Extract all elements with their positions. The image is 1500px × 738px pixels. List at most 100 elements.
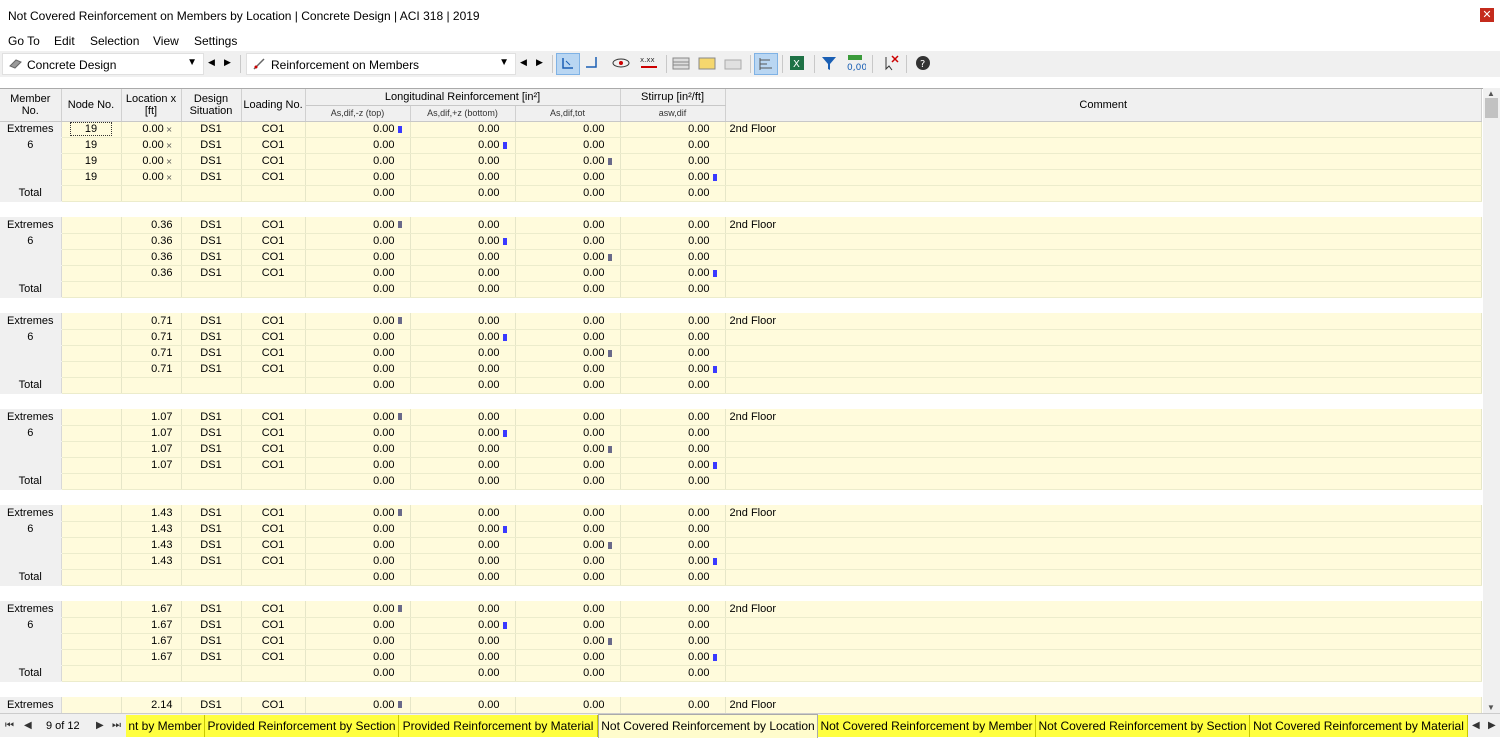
as-top-cell[interactable]: 0.00 xyxy=(305,425,411,442)
node-cell[interactable] xyxy=(61,697,122,713)
as-top-cell[interactable]: 0.00 xyxy=(305,137,411,154)
next-module-icon[interactable]: ▶ xyxy=(224,57,231,68)
as-top-cell[interactable]: 0.00 xyxy=(305,505,411,522)
decimals-button[interactable]: 0,00 xyxy=(844,53,868,75)
location-cell[interactable]: 1.07 xyxy=(121,425,182,442)
node-cell[interactable]: 19 xyxy=(61,121,122,138)
design-situation-cell[interactable]: DS1 xyxy=(181,217,242,234)
empty-cell[interactable] xyxy=(61,281,122,298)
node-cell[interactable] xyxy=(61,505,122,522)
col-stirrup[interactable]: Stirrup [in²/ft] xyxy=(620,89,726,106)
as-bottom-cell[interactable]: 0.00 xyxy=(410,441,516,458)
next-table-icon[interactable]: ▶ xyxy=(536,57,543,68)
as-tot-cell[interactable]: 0.00 xyxy=(515,537,621,554)
design-situation-cell[interactable]: DS1 xyxy=(181,329,242,346)
total-row[interactable]: Total 0.00 0.00 0.00 0.00 xyxy=(0,473,1483,490)
as-bottom-cell[interactable]: 0.00 xyxy=(410,265,516,282)
loading-cell[interactable]: CO1 xyxy=(241,601,306,618)
total-asw[interactable]: 0.00 xyxy=(620,665,726,682)
as-tot-cell[interactable]: 0.00 xyxy=(515,697,621,713)
col-longitudinal[interactable]: Longitudinal Reinforcement [in²] xyxy=(305,89,621,106)
empty-cell[interactable] xyxy=(181,185,242,202)
as-bottom-cell[interactable]: 0.00 xyxy=(410,233,516,250)
design-situation-cell[interactable]: DS1 xyxy=(181,409,242,426)
member-cell[interactable]: 6 xyxy=(0,329,62,346)
as-tot-cell[interactable]: 0.00 xyxy=(515,265,621,282)
total-asw[interactable]: 0.00 xyxy=(620,185,726,202)
comment-cell[interactable] xyxy=(725,153,1483,170)
empty-cell[interactable] xyxy=(725,473,1483,490)
as-top-cell[interactable]: 0.00 xyxy=(305,249,411,266)
as-top-cell[interactable]: 0.00 xyxy=(305,153,411,170)
as-tot-cell[interactable]: 0.00 xyxy=(515,649,621,666)
as-top-cell[interactable]: 0.00 xyxy=(305,633,411,650)
menu-view[interactable]: View xyxy=(153,34,179,48)
table-row[interactable]: 1.43 DS1 CO1 0.00 0.00 0.00 0.00 xyxy=(0,537,1483,554)
as-bottom-cell[interactable]: 0.00 xyxy=(410,121,516,138)
comment-cell[interactable] xyxy=(725,361,1483,378)
asw-cell[interactable]: 0.00 xyxy=(620,217,726,234)
design-situation-cell[interactable]: DS1 xyxy=(181,249,242,266)
table-row[interactable]: Extremes 0.36 DS1 CO1 0.00 0.00 0.00 0.00 2nd Fl… xyxy=(0,217,1483,234)
asw-cell[interactable]: 0.00 xyxy=(620,153,726,170)
location-cell[interactable]: 0.36 xyxy=(121,249,182,266)
location-cell[interactable]: 1.43 xyxy=(121,505,182,522)
design-situation-cell[interactable]: DS1 xyxy=(181,345,242,362)
design-situation-cell[interactable]: DS1 xyxy=(181,649,242,666)
scroll-down-icon[interactable]: ▼ xyxy=(1487,703,1495,712)
node-cell[interactable] xyxy=(61,313,122,330)
as-bottom-cell[interactable]: 0.00 xyxy=(410,617,516,634)
as-top-cell[interactable]: 0.00 xyxy=(305,697,411,713)
total-as-bottom[interactable]: 0.00 xyxy=(410,281,516,298)
total-asw[interactable]: 0.00 xyxy=(620,473,726,490)
first-page-icon[interactable]: ⏮ xyxy=(5,720,14,731)
as-top-cell[interactable]: 0.00 xyxy=(305,553,411,570)
as-bottom-cell[interactable]: 0.00 xyxy=(410,553,516,570)
as-top-cell[interactable]: 0.00 xyxy=(305,441,411,458)
clear-selection-button[interactable] xyxy=(880,53,904,75)
sheet-tab[interactable]: Not Covered Reinforcement by Location xyxy=(598,714,818,738)
as-tot-cell[interactable]: 0.00 xyxy=(515,345,621,362)
as-bottom-cell[interactable]: 0.00 xyxy=(410,169,516,186)
as-bottom-cell[interactable]: 0.00 xyxy=(410,505,516,522)
design-situation-cell[interactable]: DS1 xyxy=(181,601,242,618)
as-bottom-cell[interactable]: 0.00 xyxy=(410,249,516,266)
member-cell[interactable] xyxy=(0,441,62,458)
asw-cell[interactable]: 0.00 xyxy=(620,249,726,266)
col-comment[interactable]: Comment xyxy=(725,89,1483,122)
as-tot-cell[interactable]: 0.00 xyxy=(515,217,621,234)
empty-cell[interactable] xyxy=(725,665,1483,682)
member-cell[interactable]: Extremes xyxy=(0,697,62,713)
empty-cell[interactable] xyxy=(121,569,182,586)
table-row[interactable]: 0.36 DS1 CO1 0.00 0.00 0.00 0.00 xyxy=(0,265,1483,282)
table-row[interactable]: 1.07 DS1 CO1 0.00 0.00 0.00 0.00 xyxy=(0,457,1483,474)
asw-cell[interactable]: 0.00 xyxy=(620,265,726,282)
as-tot-cell[interactable]: 0.00 xyxy=(515,521,621,538)
asw-cell[interactable]: 0.00 xyxy=(620,345,726,362)
loading-cell[interactable]: CO1 xyxy=(241,121,306,138)
menu-edit[interactable]: Edit xyxy=(54,34,75,48)
loading-cell[interactable]: CO1 xyxy=(241,425,306,442)
sheet-tab[interactable]: Provided Reinforcement by Material xyxy=(399,715,598,737)
as-bottom-cell[interactable]: 0.00 xyxy=(410,633,516,650)
total-label[interactable]: Total xyxy=(0,377,62,394)
member-cell[interactable]: 6 xyxy=(0,425,62,442)
total-as-bottom[interactable]: 0.00 xyxy=(410,185,516,202)
node-cell[interactable] xyxy=(61,345,122,362)
comment-cell[interactable] xyxy=(725,169,1483,186)
empty-cell[interactable] xyxy=(241,377,306,394)
node-cell[interactable] xyxy=(61,361,122,378)
node-cell[interactable] xyxy=(61,553,122,570)
as-tot-cell[interactable]: 0.00 xyxy=(515,329,621,346)
table-row[interactable]: 6 19 0.00 ⨯ DS1 CO1 0.00 0.00 0.00 0.00 xyxy=(0,137,1483,154)
show-in-model-button[interactable] xyxy=(582,53,606,75)
location-cell[interactable]: 0.36 xyxy=(121,217,182,234)
loading-cell[interactable]: CO1 xyxy=(241,361,306,378)
comment-cell[interactable]: 2nd Floor xyxy=(725,217,1483,234)
node-cell[interactable] xyxy=(61,537,122,554)
total-asw[interactable]: 0.00 xyxy=(620,569,726,586)
empty-cell[interactable] xyxy=(241,185,306,202)
as-top-cell[interactable]: 0.00 xyxy=(305,121,411,138)
member-cell[interactable] xyxy=(0,633,62,650)
scroll-thumb[interactable] xyxy=(1485,98,1498,118)
